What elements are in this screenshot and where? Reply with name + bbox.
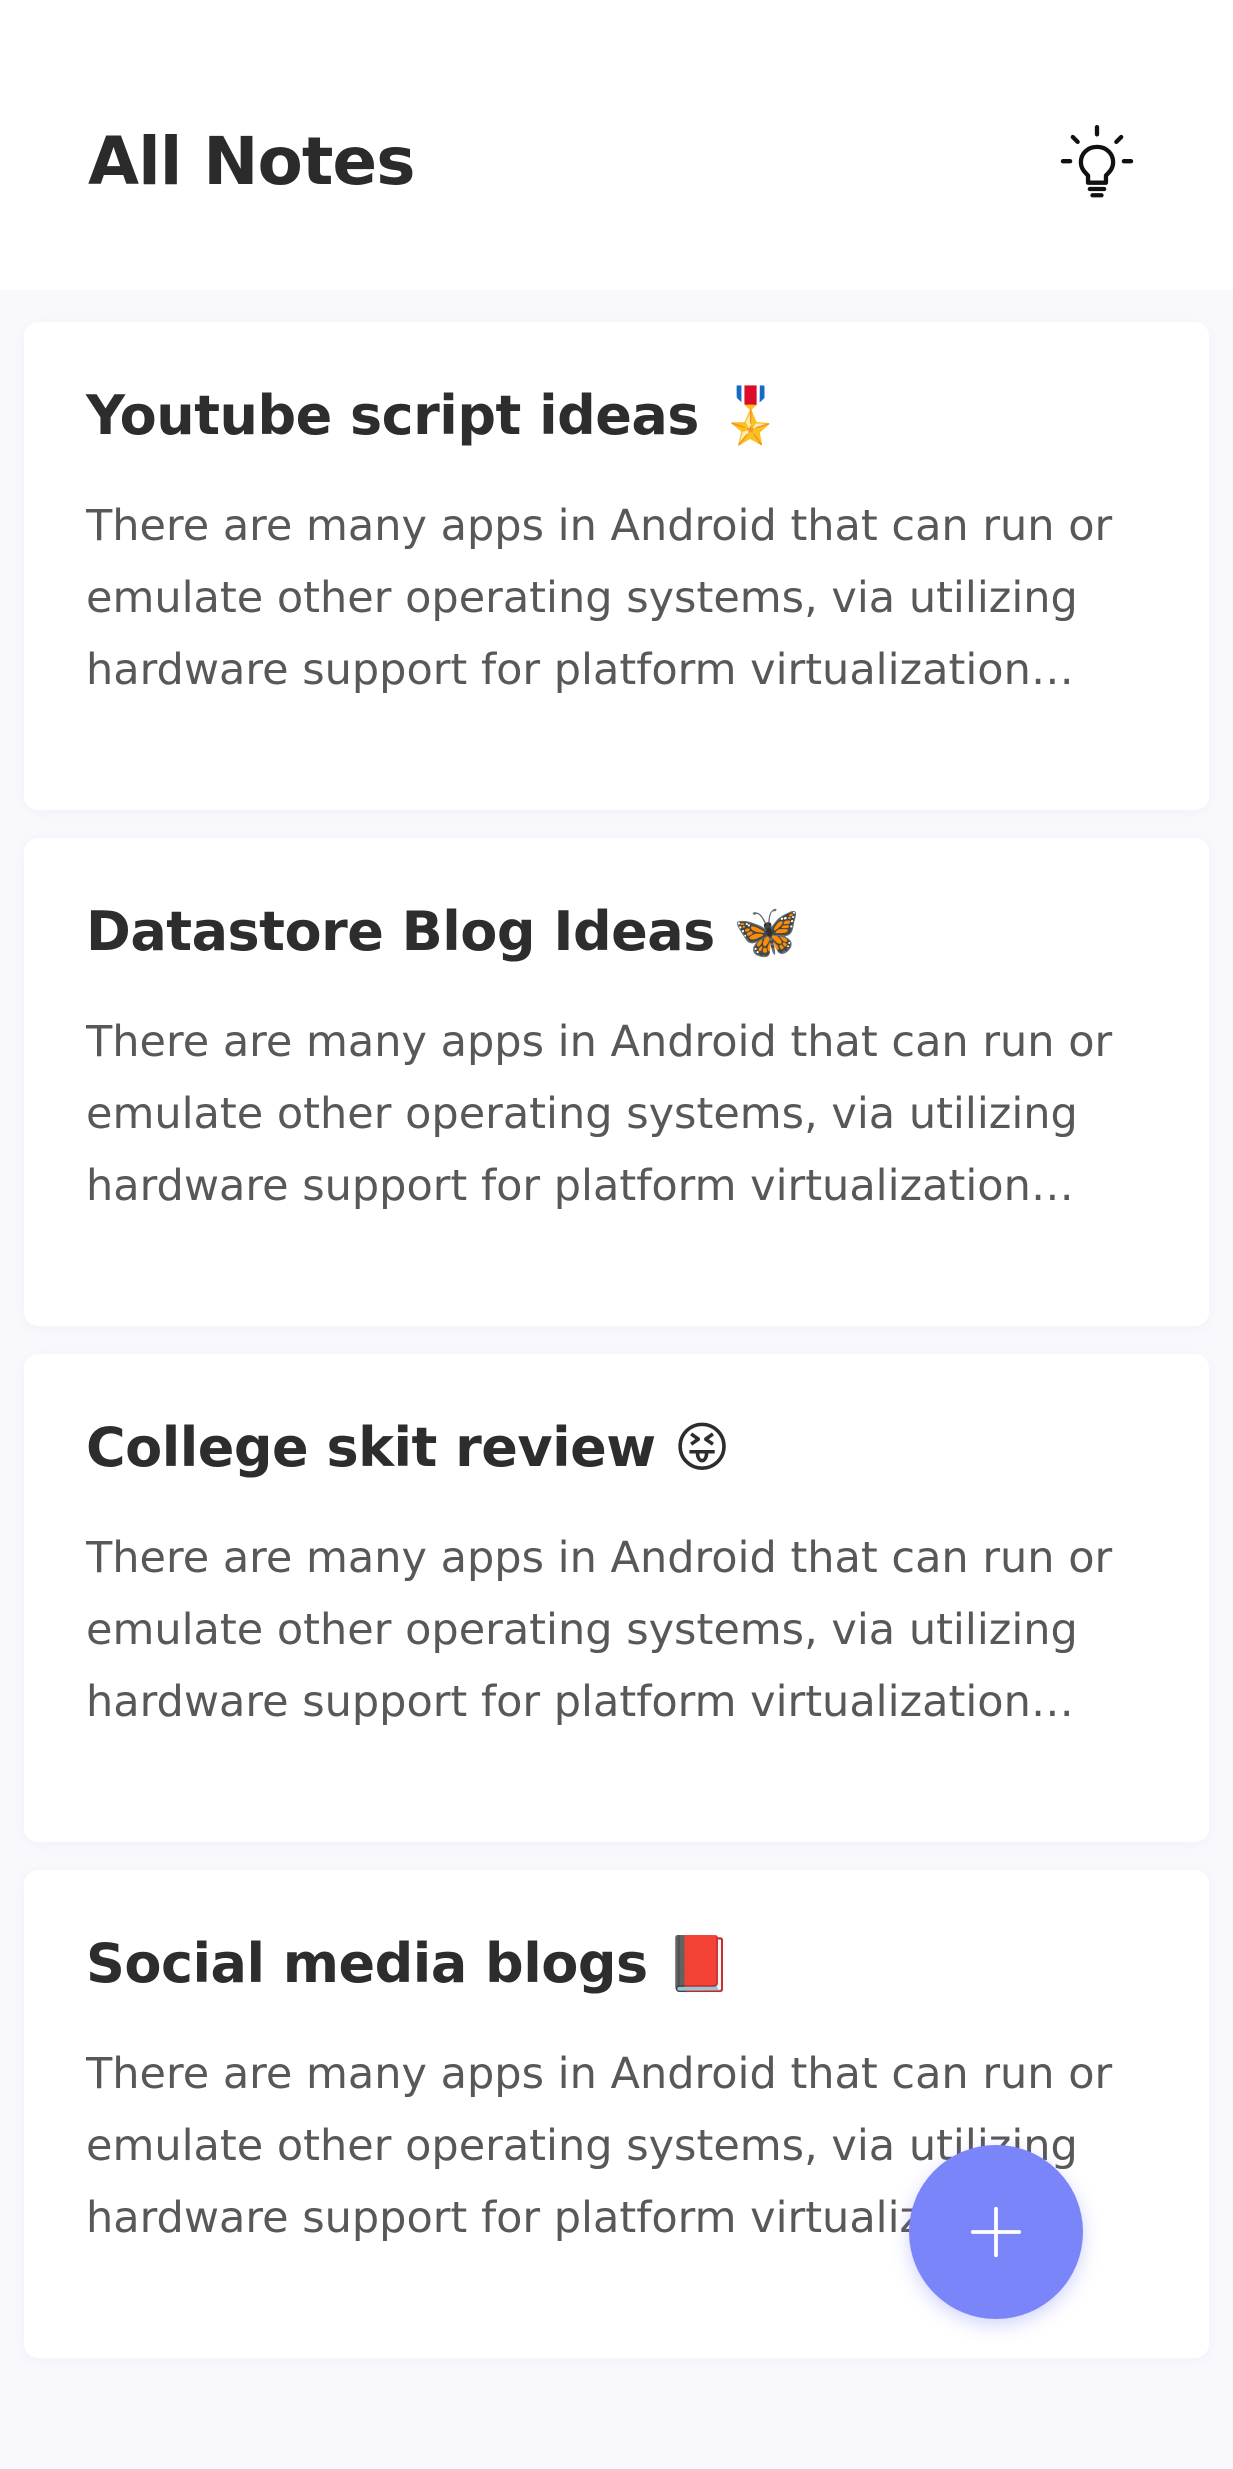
page-title: All Notes xyxy=(88,123,415,200)
note-card[interactable]: Datastore Blog Ideas 🦋 There are many ap… xyxy=(24,838,1209,1326)
note-preview: There are many apps in Android that can … xyxy=(86,1017,1113,1211)
note-preview: There are many apps in Android that can … xyxy=(86,1533,1113,1727)
theme-toggle-button[interactable] xyxy=(1052,118,1142,208)
note-title: College skit review 😝 xyxy=(86,1416,730,1479)
lightbulb-icon xyxy=(1060,125,1134,198)
note-card[interactable]: Youtube script ideas 🎖️ There are many a… xyxy=(24,322,1209,810)
note-card[interactable]: College skit review 😝 There are many app… xyxy=(24,1354,1209,1842)
note-title: Social media blogs 📕 xyxy=(86,1932,733,1995)
app-bar: All Notes xyxy=(0,0,1233,290)
note-title: Youtube script ideas 🎖️ xyxy=(86,384,785,447)
note-preview: There are many apps in Android that can … xyxy=(86,501,1113,695)
add-note-button[interactable] xyxy=(909,2145,1083,2319)
note-title: Datastore Blog Ideas 🦋 xyxy=(86,900,800,963)
plus-icon xyxy=(970,2206,1022,2258)
